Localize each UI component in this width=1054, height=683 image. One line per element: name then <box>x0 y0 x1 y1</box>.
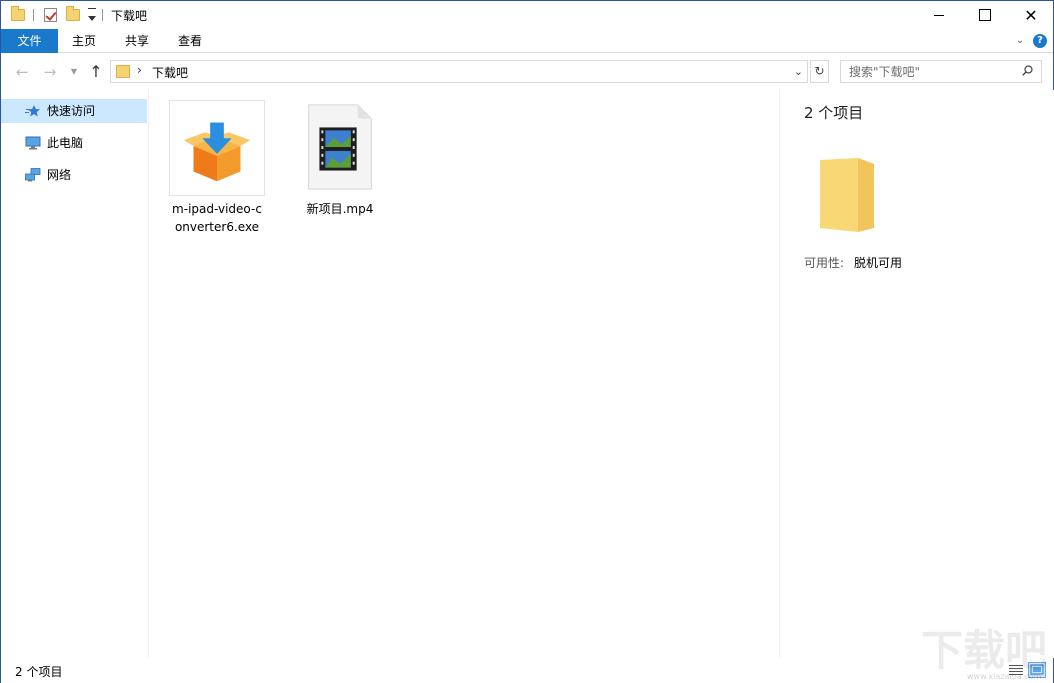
watermark-logo: 下载吧 www.xiazaiba.com <box>921 626 1047 681</box>
sidebar-item-quick-access[interactable]: 快速访问 <box>1 99 147 123</box>
title-separator <box>102 9 103 21</box>
tab-view[interactable]: 查看 <box>164 29 216 53</box>
status-bar: 2 个项目 <box>1 658 1053 683</box>
watermark-text: 下载吧 <box>921 626 1047 675</box>
tab-share[interactable]: 共享 <box>111 29 163 53</box>
breadcrumb-chevron-icon[interactable]: › <box>137 63 142 77</box>
maximize-button[interactable] <box>962 1 1008 29</box>
properties-check-icon[interactable] <box>44 6 57 24</box>
recent-locations-chevron-icon[interactable]: ▼ <box>65 63 83 81</box>
search-icon[interactable] <box>1022 65 1033 76</box>
installer-box-icon <box>183 122 251 182</box>
refresh-button[interactable]: ↻ <box>810 60 829 83</box>
status-item-count: 2 个项目 <box>15 665 63 679</box>
customize-quick-access-chevron-icon[interactable] <box>88 9 96 27</box>
search-input[interactable] <box>841 61 1019 82</box>
breadcrumb-segment[interactable]: 下载吧 <box>152 64 188 81</box>
file-thumbnail[interactable] <box>292 100 388 196</box>
sidebar-item-label: 快速访问 <box>47 104 96 118</box>
new-folder-icon[interactable] <box>66 6 80 24</box>
sidebar-item-label: 此电脑 <box>47 136 84 150</box>
tab-file[interactable]: 文件 <box>1 29 58 53</box>
quick-access-separator <box>33 9 34 21</box>
ribbon-tabs: 文件 主页 共享 查看 ⌄ ? <box>1 29 1053 53</box>
availability-value: 脱机可用 <box>854 256 903 270</box>
forward-arrow-icon[interactable]: → <box>41 63 59 81</box>
computer-icon <box>25 136 41 150</box>
title-bar: 下载吧 ✕ <box>1 1 1053 29</box>
star-icon <box>25 105 40 117</box>
address-bar[interactable]: › 下载吧 ⌄ <box>110 60 808 83</box>
back-arrow-icon[interactable]: ← <box>13 63 31 81</box>
expand-ribbon-chevron-icon[interactable]: ⌄ <box>1013 34 1027 48</box>
folder-icon <box>820 158 874 232</box>
sidebar-item-label: 网络 <box>47 168 72 182</box>
address-folder-icon <box>116 65 130 78</box>
watermark-url: www.xiazaiba.com <box>967 672 1041 681</box>
details-item-count: 2 个项目 <box>804 104 864 122</box>
minimize-button[interactable] <box>916 1 962 29</box>
video-file-icon <box>308 104 372 190</box>
availability-label: 可用性: <box>804 256 845 270</box>
file-item-mp4[interactable]: 新项目.mp4 <box>292 100 388 218</box>
close-button[interactable]: ✕ <box>1008 1 1054 29</box>
file-thumbnail[interactable] <box>169 100 265 196</box>
sidebar-item-network[interactable]: 网络 <box>1 163 147 187</box>
file-name[interactable]: m-ipad-video-converter6.exe <box>169 200 265 236</box>
tab-home[interactable]: 主页 <box>58 29 110 53</box>
explorer-window: 下载吧 ✕ 文件 主页 共享 查看 ⌄ ? ← → ▼ ↑ › 下载吧 ⌄ ↻ <box>0 0 1054 683</box>
help-icon[interactable]: ? <box>1033 34 1047 48</box>
file-item-exe[interactable]: m-ipad-video-converter6.exe <box>169 100 265 236</box>
search-box[interactable] <box>840 60 1042 83</box>
quick-access-folder-icon[interactable] <box>11 6 25 24</box>
file-name[interactable]: 新项目.mp4 <box>292 200 388 218</box>
navigation-bar: ← → ▼ ↑ › 下载吧 ⌄ ↻ <box>1 54 1053 90</box>
file-list[interactable]: m-ipad-video-converter6.exe 新项目.mp4 <box>150 90 778 658</box>
address-history-chevron-icon[interactable]: ⌄ <box>794 65 803 78</box>
up-arrow-icon[interactable]: ↑ <box>87 63 105 81</box>
network-icon <box>25 168 41 182</box>
navigation-pane: 快速访问 此电脑 网络 <box>1 90 149 658</box>
details-pane: 2 个项目 可用性: 脱机可用 <box>779 90 1054 658</box>
window-title: 下载吧 <box>111 9 148 23</box>
sidebar-item-this-pc[interactable]: 此电脑 <box>1 131 147 155</box>
